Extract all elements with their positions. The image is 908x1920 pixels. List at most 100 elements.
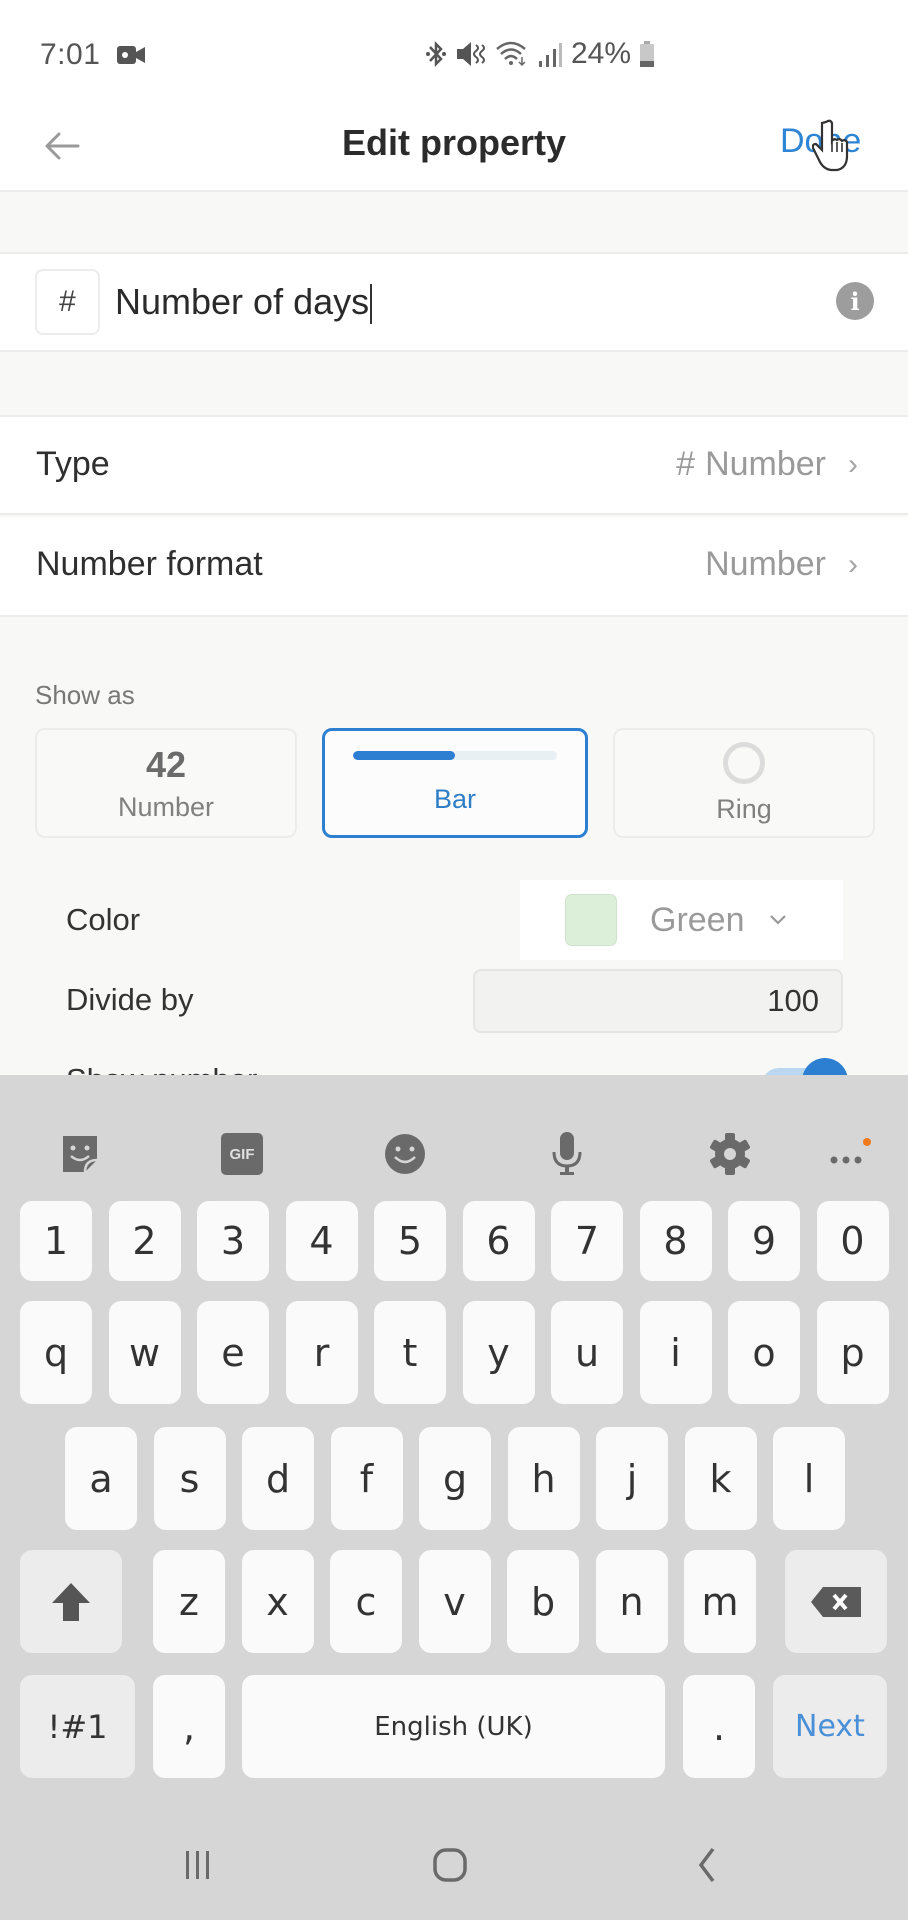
number-format-label: Number format (36, 545, 263, 583)
gif-icon-label: GIF (229, 1145, 255, 1163)
letter-key-s[interactable]: s (153, 1427, 226, 1530)
status-time: 7:01 (40, 38, 101, 71)
letter-key-k[interactable]: k (684, 1427, 757, 1530)
property-name-input[interactable]: Number of days (115, 272, 373, 332)
hash-icon: # (676, 445, 696, 483)
number-key-4[interactable]: 4 (285, 1201, 358, 1281)
letter-key-z[interactable]: z (153, 1550, 225, 1653)
number-preview: 42 (145, 743, 187, 785)
sticker-button[interactable] (56, 1130, 104, 1178)
letter-key-y[interactable]: y (462, 1301, 535, 1404)
number-key-9[interactable]: 9 (728, 1201, 800, 1281)
shift-arrow-icon (52, 1582, 90, 1621)
emoji-button[interactable] (381, 1130, 429, 1178)
letter-key-x[interactable]: x (241, 1550, 314, 1653)
header: Edit property Done (0, 110, 908, 192)
comma-key[interactable]: , (153, 1675, 225, 1778)
number-key-3[interactable]: 3 (197, 1201, 269, 1281)
color-label: Color (66, 902, 141, 937)
letter-key-u[interactable]: u (551, 1301, 623, 1404)
letter-key-e[interactable]: e (197, 1301, 269, 1404)
number-key-0[interactable]: 0 (816, 1201, 889, 1281)
color-select[interactable]: Green (520, 880, 843, 960)
notification-dot (863, 1138, 871, 1146)
letter-key-b[interactable]: b (507, 1550, 579, 1653)
hand-cursor-icon (812, 119, 849, 172)
letter-key-j[interactable]: j (596, 1427, 668, 1530)
signal-icon (539, 43, 562, 67)
info-icon[interactable]: i (836, 282, 874, 320)
bar-card-label: Bar (433, 784, 477, 814)
letter-key-l[interactable]: l (773, 1427, 845, 1530)
emoji-icon (385, 1134, 425, 1174)
video-camera-icon (117, 46, 145, 64)
letter-key-g[interactable]: g (419, 1427, 491, 1530)
bar-preview-fill (353, 751, 455, 760)
number-key-1[interactable]: 1 (20, 1201, 92, 1281)
home-button[interactable] (428, 1840, 472, 1890)
page-title: Edit property (341, 122, 566, 163)
voice-input-button[interactable] (543, 1130, 591, 1178)
letter-key-w[interactable]: w (108, 1301, 181, 1404)
type-row[interactable]: Type # Number › (0, 415, 908, 515)
settings-icon (710, 1133, 750, 1175)
number-key-2[interactable]: 2 (108, 1201, 181, 1281)
show-as-bar-card[interactable]: Bar (322, 728, 588, 838)
keyboard-settings-button[interactable] (706, 1130, 754, 1178)
hash-icon: # (59, 285, 76, 318)
letter-key-n[interactable]: n (595, 1550, 668, 1653)
letter-key-o[interactable]: o (728, 1301, 800, 1404)
back-nav-button[interactable] (686, 1840, 730, 1890)
number-key-5[interactable]: 5 (374, 1201, 446, 1281)
number-card-label: Number (117, 791, 215, 822)
divide-by-input[interactable]: 100 (473, 969, 843, 1033)
number-format-row[interactable]: Number format Number › (0, 517, 908, 617)
shift-key[interactable] (20, 1550, 122, 1653)
number-key-6[interactable]: 6 (462, 1201, 535, 1281)
backspace-key[interactable] (785, 1550, 887, 1653)
chevron-right-icon: › (848, 547, 858, 581)
status-bar: 7:01 24% (0, 0, 908, 110)
number-key-8[interactable]: 8 (639, 1201, 712, 1281)
more-options-button[interactable] (824, 1130, 872, 1178)
space-key[interactable]: English (UK) (242, 1675, 665, 1778)
property-name-row: # Number of days i (0, 252, 908, 352)
letter-key-p[interactable]: p (816, 1301, 889, 1404)
letter-key-f[interactable]: f (330, 1427, 403, 1530)
letter-key-c[interactable]: c (330, 1550, 402, 1653)
symbols-key[interactable]: !#1 (20, 1675, 135, 1778)
property-type-icon-button[interactable]: # (35, 269, 100, 335)
ring-card-label: Ring (716, 793, 772, 824)
letter-key-d[interactable]: d (242, 1427, 314, 1530)
microphone-icon (552, 1132, 582, 1175)
next-key[interactable]: Next (773, 1675, 887, 1778)
period-key[interactable]: . (683, 1675, 755, 1778)
letter-key-a[interactable]: a (65, 1427, 137, 1530)
gif-button[interactable]: GIF (218, 1130, 266, 1178)
keyboard: GIF 1 2 3 4 5 6 7 8 9 0 q w e r t y u i … (0, 1075, 908, 1920)
number-format-value: Number › (705, 545, 858, 584)
show-as-number-card[interactable]: 42 Number (35, 728, 297, 838)
letter-key-t[interactable]: t (374, 1301, 446, 1404)
back-nav-icon (698, 1847, 715, 1883)
bar-preview-track (353, 751, 557, 760)
bluetooth-icon (426, 40, 446, 68)
chevron-right-icon: › (848, 447, 858, 481)
letter-key-h[interactable]: h (507, 1427, 580, 1530)
letter-key-r[interactable]: r (285, 1301, 358, 1404)
battery-percent: 24% (571, 37, 632, 70)
divide-by-label: Divide by (66, 982, 194, 1017)
letter-key-q[interactable]: q (20, 1301, 92, 1404)
recent-apps-button[interactable] (176, 1840, 220, 1890)
more-icon (830, 1138, 871, 1164)
letter-key-v[interactable]: v (418, 1550, 491, 1653)
number-key-7[interactable]: 7 (551, 1201, 623, 1281)
show-as-label: Show as (35, 680, 135, 710)
letter-key-i[interactable]: i (639, 1301, 712, 1404)
show-as-ring-card[interactable]: Ring (613, 728, 875, 838)
property-name-text: Number of days (115, 281, 370, 322)
letter-key-m[interactable]: m (684, 1550, 756, 1653)
status-icons: 24% (425, 37, 655, 70)
show-number-toggle[interactable] (762, 1058, 848, 1075)
sticker-icon (63, 1136, 98, 1173)
